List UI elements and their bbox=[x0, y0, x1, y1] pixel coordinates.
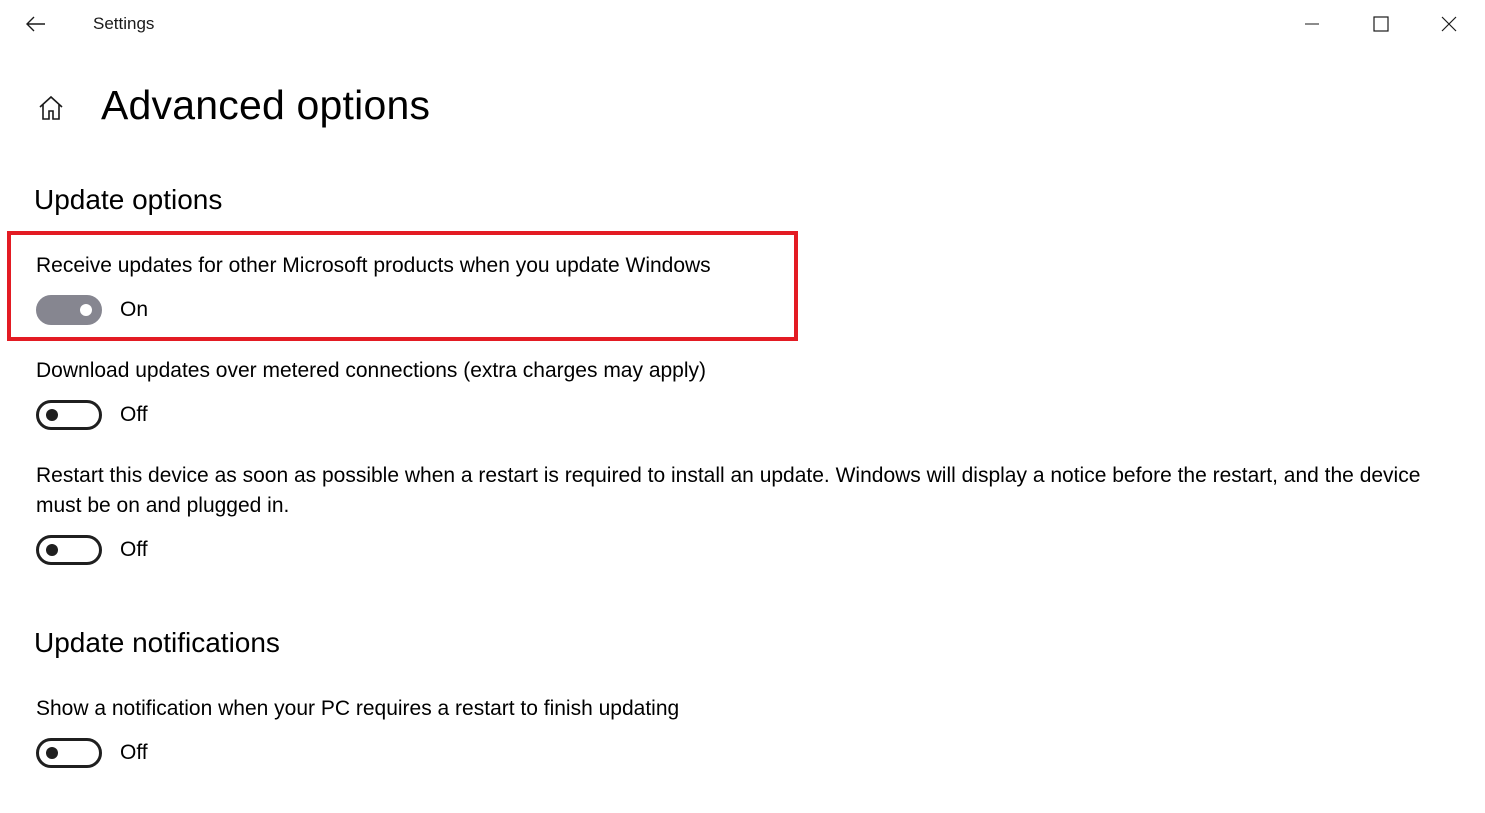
page-title: Advanced options bbox=[101, 82, 431, 128]
toggle-knob bbox=[46, 747, 58, 759]
home-icon bbox=[39, 95, 63, 120]
toggle-knob bbox=[80, 304, 92, 316]
close-button[interactable] bbox=[1426, 6, 1472, 42]
toggle-state-label: Off bbox=[120, 741, 148, 764]
toggle-knob bbox=[46, 544, 58, 556]
arrow-left-icon bbox=[26, 16, 45, 32]
toggle-row-microsoft-products: On bbox=[36, 295, 148, 325]
toggle-row-restart-device: Off bbox=[36, 535, 148, 565]
toggle-switch-restart-device[interactable] bbox=[36, 535, 102, 565]
close-icon bbox=[1441, 16, 1457, 32]
minimize-button[interactable] bbox=[1289, 6, 1335, 42]
toggle-knob bbox=[46, 409, 58, 421]
toggle-state-label: Off bbox=[120, 403, 148, 426]
setting-label-restart-notification: Show a notification when your PC require… bbox=[36, 697, 680, 720]
toggle-state-label: On bbox=[120, 298, 149, 321]
minimize-icon bbox=[1305, 23, 1319, 25]
title-bar: Settings bbox=[0, 0, 1485, 50]
toggle-switch-restart-notification[interactable] bbox=[36, 738, 102, 768]
back-button[interactable] bbox=[18, 8, 54, 40]
setting-label-microsoft-products: Receive updates for other Microsoft prod… bbox=[36, 254, 711, 277]
setting-label-metered-connections: Download updates over metered connection… bbox=[36, 359, 707, 382]
toggle-row-restart-notification: Off bbox=[36, 738, 148, 768]
section-title-update-options: Update options bbox=[34, 184, 223, 215]
section-title-update-notifications: Update notifications bbox=[34, 627, 280, 658]
maximize-button[interactable] bbox=[1358, 6, 1404, 42]
home-button[interactable] bbox=[33, 90, 69, 126]
toggle-state-label: Off bbox=[120, 538, 148, 561]
toggle-row-metered-connections: Off bbox=[36, 400, 148, 430]
window-title: Settings bbox=[93, 14, 155, 33]
setting-label-restart-device: Restart this device as soon as possible … bbox=[36, 464, 1421, 517]
maximize-icon bbox=[1373, 16, 1389, 32]
toggle-switch-metered-connections[interactable] bbox=[36, 400, 102, 430]
toggle-switch-microsoft-products[interactable] bbox=[36, 295, 102, 325]
